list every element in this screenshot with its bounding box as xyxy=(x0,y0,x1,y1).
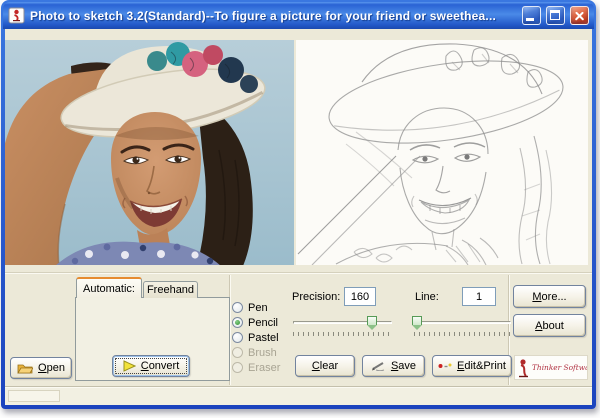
save-button[interactable]: Save xyxy=(362,355,425,377)
panel-separator xyxy=(5,272,592,274)
radio-pencil[interactable]: Pencil xyxy=(232,316,278,329)
sketch-image xyxy=(296,40,588,265)
save-icon xyxy=(371,361,386,371)
line-slider-ticks xyxy=(414,332,511,336)
precision-input[interactable] xyxy=(344,287,376,306)
save-label: Save xyxy=(391,360,416,372)
edit-print-icon xyxy=(438,362,452,370)
open-label: Open xyxy=(38,362,65,374)
about-label: About xyxy=(535,320,564,332)
vendor-logo-text: Thinker Software xyxy=(532,363,587,372)
vendor-logo-icon: Thinker Software xyxy=(515,356,587,379)
radio-pen[interactable]: Pen xyxy=(232,301,268,314)
line-label: Line: xyxy=(415,291,439,303)
radio-pastel-circle xyxy=(232,332,243,343)
convert-play-icon xyxy=(123,360,136,372)
radio-pastel-label: Pastel xyxy=(248,332,279,344)
clear-label: Clear xyxy=(312,360,338,372)
radio-pencil-circle xyxy=(232,317,243,328)
original-photo-preview xyxy=(5,40,294,265)
tab-automatic[interactable]: Automatic: xyxy=(76,277,142,298)
open-folder-icon xyxy=(17,362,33,374)
client-area: Open Automatic: Freehand Convert Pen Pen… xyxy=(5,29,592,405)
status-bar xyxy=(5,386,592,405)
vendor-logo: Thinker Software xyxy=(514,355,588,380)
clear-button[interactable]: Clear xyxy=(295,355,355,377)
maximize-button[interactable] xyxy=(546,6,565,25)
precision-label: Precision: xyxy=(292,291,340,303)
radio-brush: Brush xyxy=(232,346,277,359)
line-slider-track[interactable] xyxy=(414,321,511,324)
title-bar[interactable]: Photo to sketch 3.2(Standard)--To figure… xyxy=(3,2,594,29)
edit-print-label: Edit&Print xyxy=(457,360,506,372)
radio-brush-label: Brush xyxy=(248,347,277,359)
line-slider[interactable] xyxy=(414,316,511,330)
line-input[interactable] xyxy=(462,287,496,306)
line-slider-thumb[interactable] xyxy=(412,316,422,325)
app-window: Photo to sketch 3.2(Standard)--To figure… xyxy=(1,0,596,409)
edit-print-button[interactable]: Edit&Print xyxy=(432,355,512,377)
tab-freehand-label: Freehand xyxy=(147,284,194,296)
radio-pastel[interactable]: Pastel xyxy=(232,331,279,344)
more-label: More... xyxy=(532,291,566,303)
radio-pencil-label: Pencil xyxy=(248,317,278,329)
close-button[interactable] xyxy=(570,6,589,25)
radio-pen-label: Pen xyxy=(248,302,268,314)
window-title: Photo to sketch 3.2(Standard)--To figure… xyxy=(30,9,517,23)
convert-label: Convert xyxy=(141,360,180,372)
radio-pen-circle xyxy=(232,302,243,313)
precision-slider-ticks xyxy=(293,332,392,336)
precision-slider[interactable] xyxy=(293,316,392,330)
minimize-button[interactable] xyxy=(522,6,541,25)
tab-freehand[interactable]: Freehand xyxy=(143,281,198,298)
more-button[interactable]: More... xyxy=(513,285,586,308)
radio-eraser-label: Eraser xyxy=(248,362,280,374)
tab-automatic-label: Automatic: xyxy=(83,283,135,295)
precision-slider-thumb[interactable] xyxy=(367,316,377,325)
app-icon xyxy=(8,7,25,24)
open-button[interactable]: Open xyxy=(10,357,72,379)
sketch-preview xyxy=(296,40,588,265)
radio-eraser-circle xyxy=(232,362,243,373)
radio-eraser: Eraser xyxy=(232,361,280,374)
status-cell xyxy=(8,390,60,402)
minimize-icon xyxy=(526,18,534,21)
about-button[interactable]: About xyxy=(513,314,586,337)
convert-button[interactable]: Convert xyxy=(112,355,190,377)
maximize-icon xyxy=(550,10,560,20)
radio-brush-circle xyxy=(232,347,243,358)
photo-image xyxy=(5,40,294,265)
